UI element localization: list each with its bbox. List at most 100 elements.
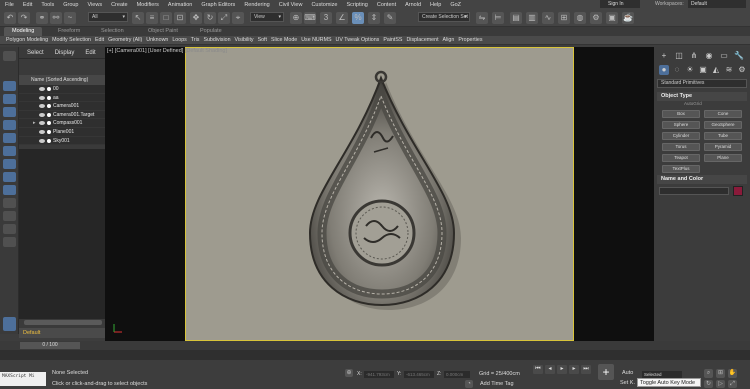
play-icon[interactable]: ▸ — [557, 365, 567, 374]
mirror-icon[interactable]: ⇋ — [476, 12, 488, 24]
camera-viewport[interactable] — [185, 47, 574, 341]
object-type-rollout[interactable]: Object Type — [657, 92, 747, 101]
menu-help[interactable]: Help — [430, 2, 441, 8]
tab-modeling[interactable]: Modeling — [4, 27, 43, 36]
schematic-view-icon[interactable]: ⊞ — [558, 12, 570, 24]
maxscript-listener[interactable]: MAXScript Mi — [0, 372, 46, 386]
material-editor-icon[interactable]: ◍ — [574, 12, 586, 24]
motion-panel-icon[interactable]: ◉ — [704, 51, 714, 61]
ribbon-use-nurms[interactable]: Use NURMS — [301, 37, 331, 43]
display-frozen-icon[interactable] — [3, 224, 16, 234]
filter-geometry-icon[interactable] — [3, 51, 16, 61]
align-icon[interactable]: ⊨ — [492, 12, 504, 24]
zoom-icon[interactable]: ⌕ — [704, 369, 713, 378]
menu-edit[interactable]: Edit — [23, 2, 32, 8]
viewport-shading-label[interactable]: [Default Shading] — [185, 48, 227, 54]
render-setup-icon[interactable]: ⚙ — [590, 12, 602, 24]
ribbon-edit[interactable]: Edit — [95, 37, 104, 43]
list-item[interactable]: Camera001.Target — [19, 110, 105, 120]
menu-tools[interactable]: Tools — [41, 2, 54, 8]
display-none-icon[interactable] — [3, 81, 16, 91]
previous-frame-icon[interactable]: ◂ — [545, 365, 555, 374]
render-production-icon[interactable]: ☕ — [622, 12, 634, 24]
display-hidden-icon[interactable] — [3, 237, 16, 247]
viewport-view-label[interactable]: [User Defined] — [148, 48, 183, 54]
ribbon-uv-tweak-options[interactable]: UV Tweak Options — [336, 37, 380, 43]
track-bar[interactable] — [0, 350, 750, 360]
visibility-eye-icon[interactable] — [39, 112, 45, 117]
explorer-tab-display[interactable]: Display — [55, 50, 75, 56]
explorer-empty-area[interactable] — [19, 149, 105, 319]
primitive-type-dropdown[interactable]: Standard Primitives — [657, 79, 747, 88]
geosphere-button[interactable]: GeoSphere — [704, 121, 742, 129]
ribbon-paintss[interactable]: PaintSS — [383, 37, 402, 43]
display-geometry-icon[interactable] — [3, 94, 16, 104]
tab-populate[interactable]: Populate — [200, 27, 222, 36]
link-icon[interactable]: ⚭ — [36, 12, 48, 24]
rectangular-selection-icon[interactable]: □ — [160, 12, 172, 24]
x-coordinate-field[interactable]: -941.793cm — [364, 371, 394, 378]
plane-button[interactable]: Plane — [704, 154, 742, 162]
ribbon-properties[interactable]: Properties — [458, 37, 482, 43]
visibility-eye-icon[interactable] — [39, 95, 45, 100]
name-color-rollout[interactable]: Name and Color — [657, 175, 747, 184]
next-frame-icon[interactable]: ▸ — [569, 365, 579, 374]
edit-named-selection-icon[interactable]: ✎ — [384, 12, 396, 24]
visibility-eye-icon[interactable] — [39, 138, 45, 143]
cylinder-button[interactable]: Cylinder — [662, 132, 700, 140]
cone-button[interactable]: Cone — [704, 110, 742, 118]
menu-rendering[interactable]: Rendering — [244, 2, 269, 8]
set-key-button[interactable]: Set K. — [620, 380, 635, 386]
expand-arrow-icon[interactable]: ▸ — [33, 119, 36, 128]
ribbon-modify-selection[interactable]: Modify Selection — [52, 37, 91, 43]
keyboard-shortcut-icon[interactable]: ⌨ — [304, 12, 316, 24]
go-to-start-icon[interactable]: ⏮ — [533, 365, 543, 374]
z-coordinate-field[interactable]: 0.000cm — [444, 371, 470, 378]
menu-arnold[interactable]: Arnold — [405, 2, 421, 8]
menu-graph-editors[interactable]: Graph Editors — [201, 2, 235, 8]
menu-views[interactable]: Views — [88, 2, 103, 8]
layer-dropdown[interactable]: Default — [19, 328, 105, 338]
object-name-field[interactable] — [659, 187, 729, 195]
spinner-snap-icon[interactable]: ⇕ — [368, 12, 380, 24]
display-xrefs-icon[interactable] — [3, 185, 16, 195]
utilities-panel-icon[interactable]: 🔧 — [734, 51, 744, 61]
angle-snap-icon[interactable]: ∠ — [336, 12, 348, 24]
auto-key-button[interactable]: Auto — [622, 370, 633, 376]
go-to-end-icon[interactable]: ⏭ — [581, 365, 591, 374]
visibility-eye-icon[interactable] — [39, 87, 45, 91]
explorer-column-header[interactable]: Name (Sorted Ascending) — [19, 75, 105, 85]
time-slider-thumb[interactable]: 0 / 100 — [20, 342, 80, 349]
hierarchy-panel-icon[interactable]: ⋔ — [689, 51, 699, 61]
ribbon-align[interactable]: Align — [443, 37, 455, 43]
isolate-selection-icon[interactable]: ⊕ — [345, 369, 353, 377]
ribbon-slice-mode[interactable]: Slice Mode — [271, 37, 297, 43]
torus-button[interactable]: Torus — [662, 143, 700, 151]
toggle-scene-explorer-icon[interactable]: ▥ — [526, 12, 538, 24]
shapes-category-icon[interactable]: ◌ — [672, 65, 682, 75]
helpers-category-icon[interactable]: ◭ — [711, 65, 721, 75]
list-item[interactable]: Plane001 — [19, 127, 105, 137]
maximize-viewport-icon[interactable]: ⤢ — [728, 380, 737, 388]
teapot-button[interactable]: Teapot — [662, 154, 700, 162]
list-item[interactable]: aa — [19, 93, 105, 103]
menu-goz[interactable]: GoZ — [450, 2, 461, 8]
move-icon[interactable]: ✥ — [190, 12, 202, 24]
redo-icon[interactable]: ↷ — [18, 12, 30, 24]
explorer-scrollbar[interactable] — [24, 320, 102, 325]
object-color-swatch[interactable] — [733, 186, 743, 196]
tab-object-paint[interactable]: Object Paint — [148, 27, 178, 36]
visibility-eye-icon[interactable] — [39, 104, 45, 109]
tube-button[interactable]: Tube — [704, 132, 742, 140]
display-shapes-icon[interactable] — [3, 107, 16, 117]
menu-civil-view[interactable]: Civil View — [279, 2, 303, 8]
signin-button[interactable]: Sign In — [600, 0, 640, 8]
menu-animation[interactable]: Animation — [168, 2, 192, 8]
display-lights-icon[interactable] — [3, 120, 16, 130]
ribbon-geometry-all[interactable]: Geometry (All) — [108, 37, 142, 43]
selection-filter-dropdown[interactable]: All — [88, 12, 128, 22]
display-groups-icon[interactable] — [3, 172, 16, 182]
field-of-view-icon[interactable]: ▷ — [716, 380, 725, 388]
named-selection-set-dropdown[interactable]: Create Selection Set — [418, 12, 470, 22]
explorer-tab-edit[interactable]: Edit — [85, 50, 95, 56]
